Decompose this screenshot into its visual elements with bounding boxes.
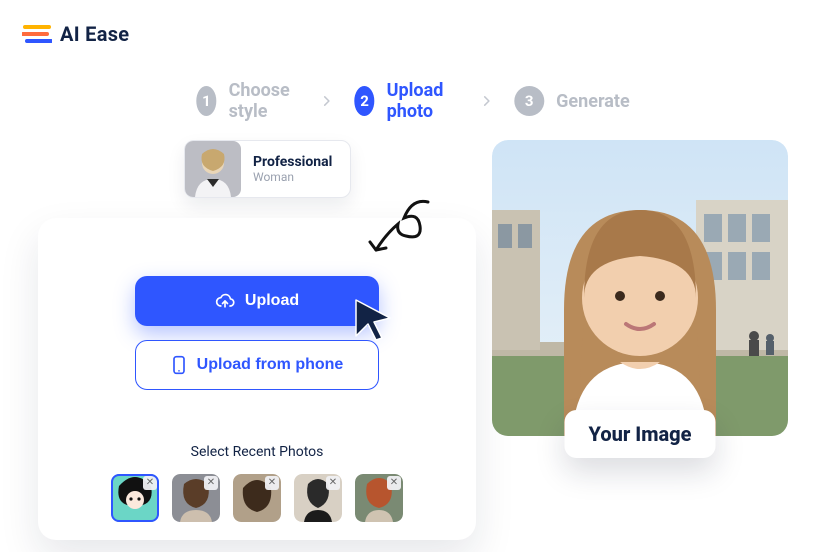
step-1-label: Choose style	[229, 80, 300, 122]
cloud-upload-icon	[215, 291, 235, 311]
step-3-number: 3	[514, 86, 544, 116]
phone-icon	[171, 355, 187, 375]
style-chip-subtitle: Woman	[253, 170, 332, 184]
selected-style-chip[interactable]: Professional Woman	[184, 140, 351, 198]
recent-photos-row: ✕ ✕ ✕ ✕	[76, 474, 438, 522]
recent-photos-label: Select Recent Photos	[76, 444, 438, 460]
stepper: 1 Choose style 2 Upload photo 3 Generate	[196, 80, 629, 122]
chevron-right-icon	[323, 93, 330, 109]
result-badge: Your Image	[565, 410, 716, 458]
upload-button-label: Upload	[245, 292, 299, 310]
result-image-icon	[492, 140, 788, 436]
close-icon[interactable]: ✕	[387, 476, 401, 490]
result-preview: Your Image	[492, 140, 788, 436]
upload-from-phone-label: Upload from phone	[197, 356, 344, 374]
close-icon[interactable]: ✕	[326, 476, 340, 490]
upload-card: Upload Upload from phone Select Recent P…	[38, 218, 476, 540]
upload-button[interactable]: Upload	[135, 276, 379, 326]
brand-name: AI Ease	[60, 22, 129, 46]
recent-photo[interactable]: ✕	[111, 474, 159, 522]
close-icon[interactable]: ✕	[265, 476, 279, 490]
brand-logo: AI Ease	[22, 22, 129, 46]
close-icon[interactable]: ✕	[204, 476, 218, 490]
close-icon[interactable]: ✕	[143, 476, 157, 490]
step-2[interactable]: 2 Upload photo	[354, 80, 459, 122]
step-2-number: 2	[354, 86, 374, 116]
step-1-number: 1	[196, 86, 216, 116]
recent-photo[interactable]: ✕	[233, 474, 281, 522]
recent-photo[interactable]: ✕	[355, 474, 403, 522]
chevron-right-icon	[483, 93, 490, 109]
brand-mark-icon	[22, 23, 52, 45]
step-3[interactable]: 3 Generate	[514, 86, 630, 116]
style-chip-title: Professional	[253, 154, 332, 170]
recent-photo[interactable]: ✕	[294, 474, 342, 522]
upload-from-phone-button[interactable]: Upload from phone	[135, 340, 379, 390]
recent-photo[interactable]: ✕	[172, 474, 220, 522]
step-1[interactable]: 1 Choose style	[196, 80, 299, 122]
step-2-label: Upload photo	[387, 80, 459, 122]
style-thumbnail-icon	[185, 141, 241, 197]
step-3-label: Generate	[556, 91, 630, 112]
